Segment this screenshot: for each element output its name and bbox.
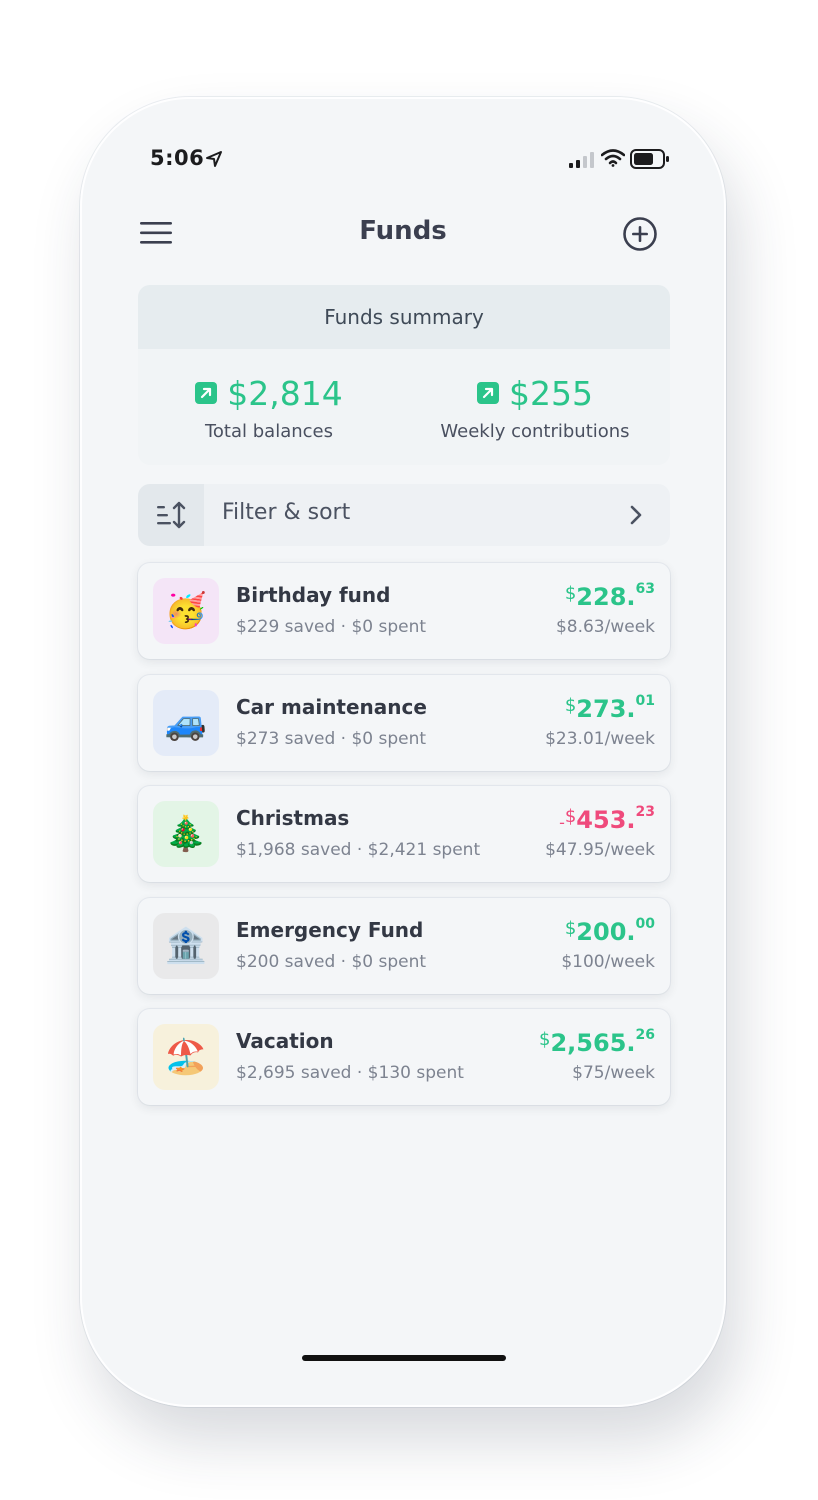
fund-balance: $273.01: [565, 693, 655, 723]
fund-balance-cents: 01: [635, 693, 655, 709]
fund-weekly: $47.95/week: [545, 840, 655, 860]
fund-balance-currency: $: [564, 806, 577, 827]
filter-sort-button[interactable]: Filter & sort: [138, 484, 670, 546]
fund-emoji: 🚙: [153, 690, 219, 756]
trend-up-icon: [477, 382, 499, 404]
funds-summary-title: Funds summary: [138, 285, 670, 349]
fund-emoji: 🏦: [153, 913, 219, 979]
wifi-icon: [601, 149, 625, 167]
fund-saved-spent: $200 saved · $0 spent: [236, 952, 427, 972]
plus-circle-icon[interactable]: [622, 216, 658, 252]
location-arrow-icon: [206, 151, 222, 167]
fund-balance-currency: $: [539, 1029, 551, 1050]
fund-balance-main: 453.: [576, 806, 636, 834]
fund-balance-main: 228.: [576, 583, 636, 611]
cellular-signal-icon: [569, 152, 594, 168]
fund-saved-spent: $2,695 saved · $130 spent: [236, 1063, 464, 1083]
fund-item-birthday[interactable]: 🥳 Birthday fund $229 saved · $0 spent $2…: [138, 563, 670, 659]
filter-sort-label: Filter & sort: [222, 500, 351, 525]
fund-item-vacation[interactable]: 🏖️ Vacation $2,695 saved · $130 spent $2…: [138, 1009, 670, 1105]
chevron-right-icon: [630, 505, 642, 525]
fund-balance: $228.63: [565, 581, 655, 611]
fund-saved-spent: $229 saved · $0 spent: [236, 617, 427, 637]
fund-balance: -$453.23: [559, 804, 655, 834]
fund-weekly: $23.01/week: [545, 729, 655, 749]
fund-item-car-maintenance[interactable]: 🚙 Car maintenance $273 saved · $0 spent …: [138, 675, 670, 771]
fund-balance-cents: 26: [635, 1027, 655, 1043]
fund-weekly: $75/week: [572, 1063, 655, 1083]
fund-saved-spent: $1,968 saved · $2,421 spent: [236, 840, 481, 860]
fund-name: Emergency Fund: [236, 918, 424, 942]
total-balances-stat: $2,814 Total balances: [138, 373, 400, 442]
phone-frame: 5:06 Funds Funds summary $2,814 Total ba…: [80, 97, 726, 1407]
fund-balance-main: 200.: [576, 918, 636, 946]
fund-balance-currency: $: [564, 583, 577, 604]
fund-saved-spent: $273 saved · $0 spent: [236, 729, 427, 749]
fund-emoji: 🎄: [153, 801, 219, 867]
total-balances-label: Total balances: [204, 421, 333, 442]
fund-balance: $2,565.26: [539, 1027, 655, 1057]
funds-summary-card: Funds summary $2,814 Total balances $255…: [138, 285, 670, 465]
fund-emoji: 🏖️: [153, 1024, 219, 1090]
fund-balance-main: 2,565.: [550, 1029, 636, 1057]
fund-name: Car maintenance: [236, 695, 427, 719]
fund-balance: $200.00: [565, 916, 655, 946]
filter-icon-box: [138, 484, 204, 546]
fund-balance-cents: 63: [635, 581, 655, 597]
fund-item-emergency[interactable]: 🏦 Emergency Fund $200 saved · $0 spent $…: [138, 898, 670, 994]
weekly-contributions-label: Weekly contributions: [440, 421, 630, 442]
status-bar: 5:06: [80, 142, 726, 178]
fund-balance-currency: $: [564, 695, 577, 716]
fund-name: Christmas: [236, 806, 350, 830]
home-indicator[interactable]: [302, 1355, 506, 1361]
fund-emoji: 🥳: [153, 578, 219, 644]
weekly-contributions-value: $255: [509, 373, 593, 413]
fund-balance-cents: 00: [635, 916, 655, 932]
fund-item-christmas[interactable]: 🎄 Christmas $1,968 saved · $2,421 spent …: [138, 786, 670, 882]
fund-name: Birthday fund: [236, 583, 391, 607]
fund-balance-main: 273.: [576, 695, 636, 723]
fund-name: Vacation: [236, 1029, 334, 1053]
fund-weekly: $8.63/week: [555, 617, 655, 637]
sort-icon: [157, 501, 186, 529]
weekly-contributions-stat: $255 Weekly contributions: [400, 373, 670, 443]
status-time: 5:06: [150, 146, 205, 170]
battery-icon: [630, 149, 669, 169]
nav-header: Funds: [80, 212, 726, 256]
trend-up-icon: [195, 382, 218, 404]
fund-balance-cents: 23: [635, 804, 655, 820]
fund-weekly: $100/week: [561, 952, 655, 972]
fund-balance-currency: $: [564, 918, 577, 939]
total-balances-value: $2,814: [227, 373, 343, 413]
